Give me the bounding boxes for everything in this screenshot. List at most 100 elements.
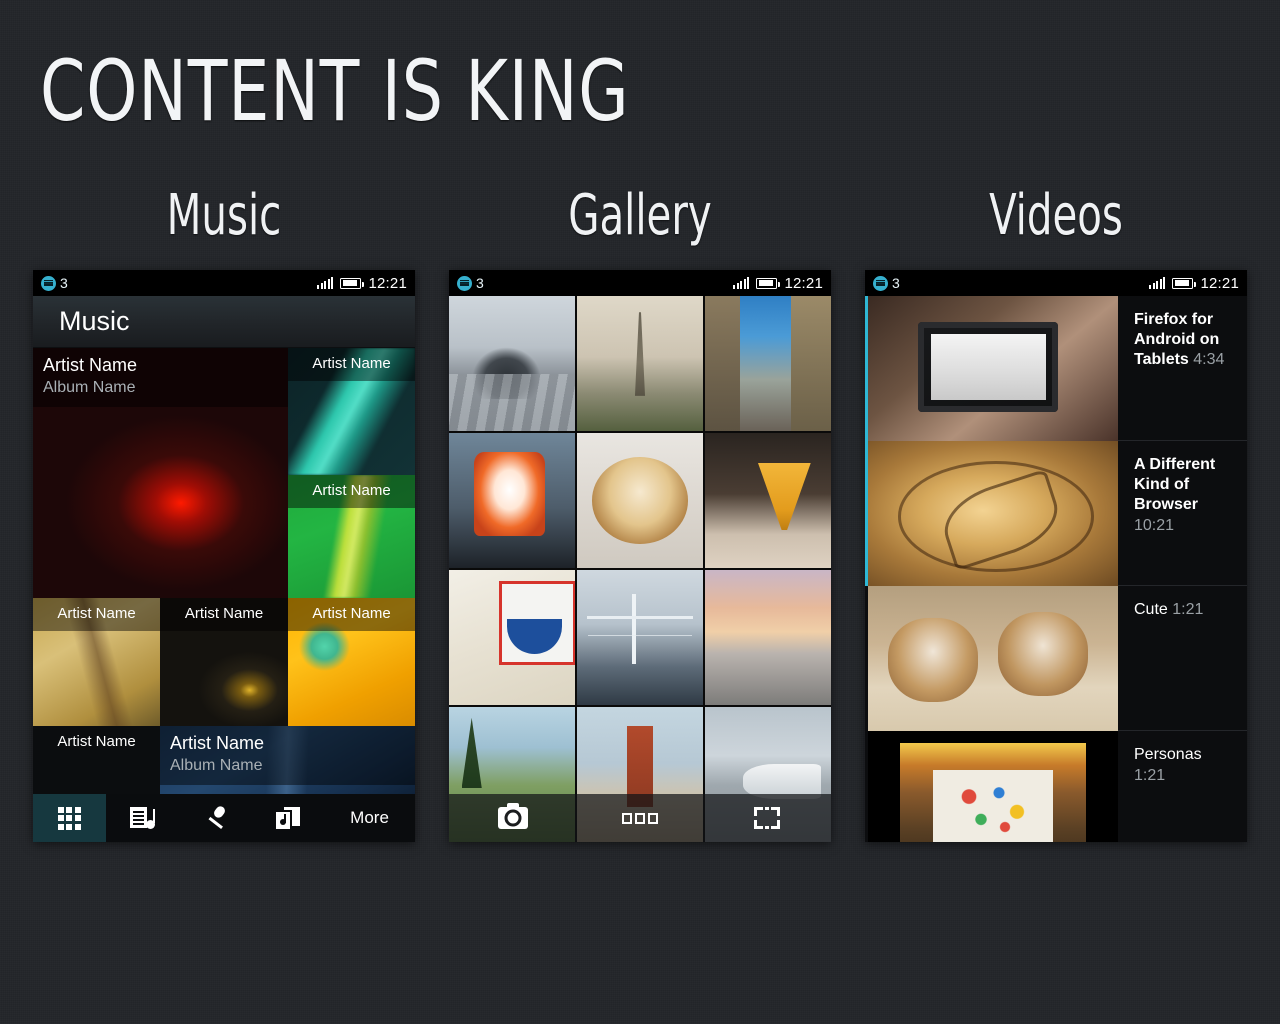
tab-songs[interactable] — [251, 794, 324, 842]
photo-haussmann-buildings — [705, 296, 831, 431]
status-bar-right: 12:21 — [732, 274, 823, 292]
gallery-thumbnail[interactable] — [705, 570, 831, 705]
gallery-thumbnail[interactable] — [577, 570, 703, 705]
video-title: Cute 1:21 — [1134, 600, 1233, 620]
section-caption-videos: Videos — [989, 183, 1123, 248]
battery-icon — [1172, 277, 1197, 289]
album-tile-label: Artist Name — [288, 598, 415, 631]
signal-bars-icon — [732, 277, 750, 289]
playlist-icon — [130, 807, 156, 829]
thumb-different-kind-of-browser — [868, 441, 1118, 586]
video-thumbnail[interactable] — [868, 731, 1118, 842]
status-bar-videos: 3 12:21 — [865, 270, 1247, 296]
video-list-item[interactable]: Personas 1:21 — [865, 731, 1247, 842]
video-title: A Different Kind of Browser — [1134, 456, 1216, 513]
gallery-thumbnail[interactable] — [449, 433, 575, 568]
notification-count: 3 — [60, 275, 68, 291]
album-artist-name: Artist Name — [170, 733, 265, 753]
album-tile[interactable]: Artist Name — [288, 348, 415, 475]
gallery-view-icon — [621, 812, 658, 824]
album-tile[interactable]: Artist Name Album Name — [33, 348, 288, 598]
gallery-thumbnail[interactable] — [577, 433, 703, 568]
album-tile[interactable]: Artist Name — [160, 598, 288, 726]
thumb-personas — [900, 743, 1086, 842]
photo-foxkeh-papercraft-toy — [449, 433, 575, 568]
photo-i-like-eich-poster — [449, 570, 575, 705]
photo-paris-street-vintage-car — [449, 296, 575, 431]
tab-more-label: More — [350, 808, 389, 827]
notification-count: 3 — [892, 275, 900, 291]
status-bar-clock: 12:21 — [368, 274, 407, 292]
album-tile[interactable]: Artist Name Album Name — [160, 726, 415, 794]
gallery-thumbnail[interactable] — [705, 433, 831, 568]
phone-mockup-music: 3 12:21 Music Artist Name Album Name Art… — [33, 270, 415, 842]
album-tile-label: Artist Name Album Name — [33, 348, 288, 407]
photo-bay-bridge-san-francisco — [577, 570, 703, 705]
video-list-item[interactable]: Firefox for Android on Tablets 4:34 — [865, 296, 1247, 441]
video-meta: Firefox for Android on Tablets 4:34 — [1118, 296, 1247, 441]
video-thumbnail[interactable] — [868, 441, 1118, 586]
video-meta: Personas 1:21 — [1118, 731, 1247, 842]
photo-cocktail-with-cherry — [705, 433, 831, 568]
video-duration: 4:34 — [1193, 351, 1225, 368]
video-thumbnail[interactable] — [868, 586, 1118, 731]
thumb-cute-red-pandas — [868, 586, 1118, 731]
video-duration: 1:21 — [1134, 767, 1166, 784]
tab-artists[interactable] — [179, 794, 252, 842]
status-bar-music: 3 12:21 — [33, 270, 415, 296]
status-bar-clock: 12:21 — [784, 274, 823, 292]
video-thumbnail[interactable] — [868, 296, 1118, 441]
album-artist-name: Artist Name — [57, 605, 136, 622]
album-artist-name: Artist Name — [312, 355, 391, 372]
status-bar-left: 3 — [457, 275, 484, 291]
album-tile[interactable]: Artist Name — [33, 598, 160, 726]
gallery-photo-grid — [449, 296, 831, 842]
status-bar-clock: 12:21 — [1200, 274, 1239, 292]
video-list-item[interactable]: A Different Kind of Browser 10:21 — [865, 441, 1247, 586]
status-bar-right: 12:21 — [316, 274, 407, 292]
status-bar-gallery: 3 12:21 — [449, 270, 831, 296]
music-app-header: Music — [33, 296, 415, 348]
tab-more[interactable]: More — [324, 794, 415, 842]
signal-bars-icon — [1148, 277, 1166, 289]
status-bar-right: 12:21 — [1148, 274, 1239, 292]
phone-mockup-videos: 3 12:21 Firefox for Android on Tablets 4… — [865, 270, 1247, 842]
video-meta: A Different Kind of Browser 10:21 — [1118, 441, 1247, 586]
video-meta: Cute 1:21 — [1118, 586, 1247, 731]
thumb-firefox-android-tablets — [868, 296, 1118, 441]
album-tile-label: Artist Name — [288, 475, 415, 508]
album-artist-name: Artist Name — [184, 605, 264, 622]
photo-beach-sunset — [705, 570, 831, 705]
tab-albums[interactable] — [33, 794, 106, 842]
status-bar-left: 3 — [873, 275, 900, 291]
video-list-item[interactable]: Cute 1:21 — [865, 586, 1247, 731]
album-artist-name: Artist Name — [57, 733, 136, 750]
notification-count: 3 — [476, 275, 484, 291]
music-app-title: Music — [59, 306, 130, 336]
section-caption-music: Music — [166, 183, 282, 248]
gallery-view-button[interactable] — [576, 794, 703, 842]
select-crop-icon — [754, 807, 781, 829]
gallery-thumbnail[interactable] — [449, 296, 575, 431]
status-bar-left: 3 — [41, 275, 68, 291]
select-button[interactable] — [704, 794, 831, 842]
slide-stage: CONTENT IS KING Music Gallery Videos 3 1… — [0, 0, 1280, 1024]
album-tile[interactable]: Artist Name — [288, 475, 415, 598]
video-duration: 10:21 — [1134, 517, 1175, 534]
album-artist-name: Artist Name — [312, 605, 391, 622]
tab-playlists[interactable] — [106, 794, 179, 842]
gallery-thumbnail[interactable] — [577, 296, 703, 431]
video-title-text: Cute — [1134, 601, 1168, 618]
notifications-icon — [41, 275, 56, 291]
songs-icon — [275, 807, 300, 829]
album-album-name: Album Name — [43, 379, 136, 396]
photo-meringue-pie-dessert — [577, 433, 703, 568]
camera-button[interactable] — [449, 794, 576, 842]
video-title: Personas — [1134, 746, 1202, 763]
gallery-thumbnail[interactable] — [449, 570, 575, 705]
album-tile[interactable]: Artist Name — [288, 598, 415, 726]
album-tile[interactable]: Artist Name — [33, 726, 160, 794]
battery-icon — [340, 277, 365, 289]
battery-icon — [756, 277, 781, 289]
gallery-thumbnail[interactable] — [705, 296, 831, 431]
